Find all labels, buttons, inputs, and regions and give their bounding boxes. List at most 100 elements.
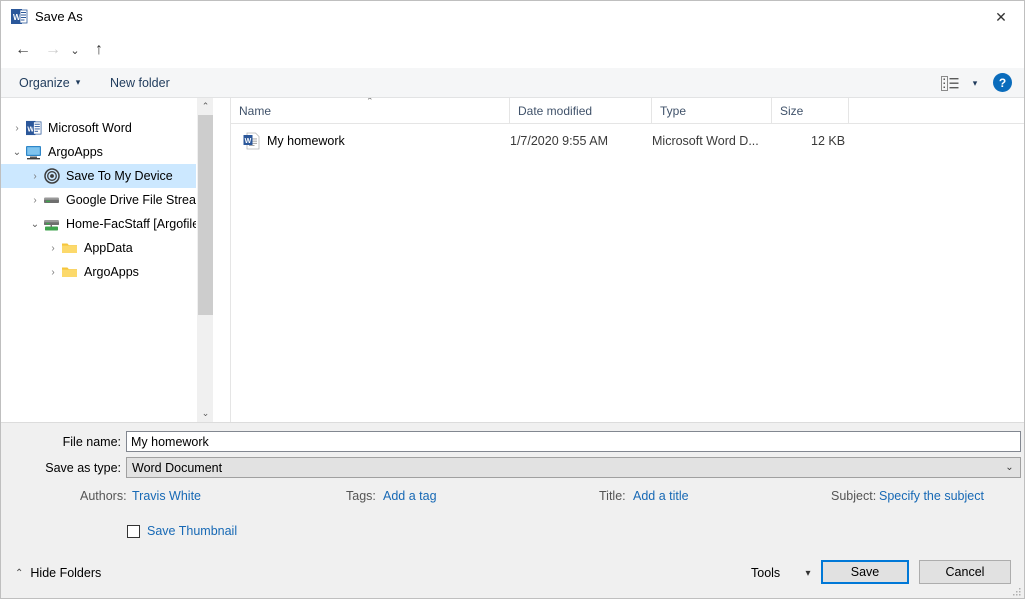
chevron-down-icon: ▾ xyxy=(75,77,81,87)
sort-ascending-icon: ⌃ xyxy=(366,98,374,106)
up-arrow-icon: ↑ xyxy=(95,41,103,58)
tools-dropdown-arrow[interactable]: ▾ xyxy=(798,561,818,585)
tree-item-save-to-my-device[interactable]: › Save To My Device xyxy=(1,164,213,188)
tree-item-appdata[interactable]: › AppData xyxy=(1,236,213,260)
word-document-icon: W xyxy=(243,132,261,150)
tags-label: Tags: xyxy=(346,489,376,503)
scroll-down-button[interactable]: ⌄ xyxy=(197,405,213,422)
chevron-up-icon: ⌃ xyxy=(201,101,210,111)
tree-item-label: ArgoApps xyxy=(84,265,139,279)
chevron-right-icon[interactable]: › xyxy=(27,168,43,184)
chevron-down-icon: ▾ xyxy=(972,77,978,88)
close-button[interactable]: ✕ xyxy=(978,1,1024,32)
table-row[interactable]: W My homework 1/7/2020 9:55 AM Microsoft… xyxy=(231,130,1024,152)
navigation-pane: › W Microsoft Word ⌄ ArgoApps › Save To … xyxy=(1,98,213,422)
tree-item-google-drive[interactable]: › Google Drive File Stream (G:) xyxy=(1,188,213,212)
save-thumbnail-checkbox[interactable]: Save Thumbnail xyxy=(127,524,237,538)
file-name-input[interactable] xyxy=(126,431,1021,452)
scrollbar-thumb[interactable] xyxy=(198,115,213,315)
cell-type: Microsoft Word D... xyxy=(652,134,759,148)
chevron-down-icon[interactable]: ⌄ xyxy=(9,144,25,160)
save-as-type-label: Save as type: xyxy=(45,461,121,475)
column-header-row: ⌃ Name Date modified Type Size xyxy=(231,98,1024,124)
argoapps-target-icon xyxy=(43,168,60,185)
cell-name: My homework xyxy=(267,134,345,148)
cell-date-modified: 1/7/2020 9:55 AM xyxy=(510,134,608,148)
hide-folders-label: Hide Folders xyxy=(30,566,102,580)
network-drive-icon xyxy=(43,216,60,233)
view-mode-dropdown[interactable]: ▾ xyxy=(966,72,984,94)
save-button[interactable]: Save xyxy=(821,560,909,584)
back-arrow-icon: ← xyxy=(15,41,31,58)
dialog-body: › W Microsoft Word ⌄ ArgoApps › Save To … xyxy=(1,98,1024,422)
new-folder-label: New folder xyxy=(110,75,170,90)
computer-icon xyxy=(25,144,42,161)
recent-locations-button[interactable]: ⌄ xyxy=(65,36,85,64)
tree-item-label: Google Drive File Stream (G:) xyxy=(66,193,213,207)
column-header-date-modified[interactable]: Date modified xyxy=(510,98,652,123)
hide-folders-button[interactable]: ⌃ Hide Folders xyxy=(15,566,101,580)
subject-value[interactable]: Specify the subject xyxy=(879,489,984,503)
column-label: Size xyxy=(780,103,804,118)
word-icon: W xyxy=(25,120,42,137)
tools-label: Tools xyxy=(751,566,781,580)
tree-item-label: Save To My Device xyxy=(66,169,173,183)
cancel-label: Cancel xyxy=(945,565,985,579)
forward-arrow-icon: → xyxy=(45,41,61,58)
title-value[interactable]: Add a title xyxy=(633,489,689,503)
folder-tree: › W Microsoft Word ⌄ ArgoApps › Save To … xyxy=(1,98,213,284)
command-toolbar: Organize ▾ New folder ▾ ? xyxy=(1,68,1024,98)
save-as-type-dropdown[interactable]: Word Document ⌄ xyxy=(126,457,1021,478)
forward-button[interactable]: → xyxy=(39,36,67,64)
save-as-dialog: W Save As ✕ ← → ⌄ ↑ Search Save To My De… xyxy=(0,0,1025,599)
chevron-down-icon: ▾ xyxy=(805,567,811,579)
chevron-down-icon: ⌄ xyxy=(1005,462,1014,473)
help-button[interactable]: ? xyxy=(993,73,1012,92)
tree-item-argoapps-folder[interactable]: › ArgoApps xyxy=(1,260,213,284)
chevron-right-icon[interactable]: › xyxy=(9,120,25,136)
tree-item-microsoft-word[interactable]: › W Microsoft Word xyxy=(1,116,213,140)
chevron-right-icon[interactable]: › xyxy=(27,192,43,208)
checkbox-box[interactable] xyxy=(127,524,140,538)
chevron-down-icon: ⌄ xyxy=(201,408,210,418)
tree-item-label: Home-FacStaff [Argofiler] (H:) xyxy=(66,217,213,231)
column-header-size[interactable]: Size xyxy=(772,98,849,123)
tree-item-argoapps-computer[interactable]: ⌄ ArgoApps xyxy=(1,140,213,164)
svg-text:W: W xyxy=(245,138,252,145)
tree-item-home-facstaff[interactable]: ⌄ Home-FacStaff [Argofiler] (H:) xyxy=(1,212,213,236)
tree-item-label: Microsoft Word xyxy=(48,121,132,135)
authors-label: Authors: xyxy=(80,489,127,503)
file-list-pane: ⌃ Name Date modified Type Size W My home… xyxy=(231,98,1024,422)
cell-size: 12 KB xyxy=(811,134,846,148)
tree-item-label: ArgoApps xyxy=(48,145,103,159)
view-mode-button[interactable] xyxy=(936,72,964,94)
list-view-icon xyxy=(941,75,959,91)
title-label: Title: xyxy=(599,489,626,503)
column-header-type[interactable]: Type xyxy=(652,98,772,123)
chevron-right-icon[interactable]: › xyxy=(45,264,61,280)
resize-grip[interactable] xyxy=(1012,586,1022,596)
navigation-pane-scrollbar[interactable]: ⌃ ⌄ xyxy=(196,98,213,422)
chevron-right-icon[interactable]: › xyxy=(45,240,61,256)
back-button[interactable]: ← xyxy=(9,36,37,64)
save-thumbnail-label: Save Thumbnail xyxy=(147,524,238,538)
chevron-down-icon[interactable]: ⌄ xyxy=(27,216,43,232)
save-as-type-value: Word Document xyxy=(132,460,223,475)
scroll-up-button[interactable]: ⌃ xyxy=(197,98,213,115)
tags-value[interactable]: Add a tag xyxy=(383,489,437,503)
window-title: Save As xyxy=(35,9,83,24)
subject-label: Subject: xyxy=(831,489,877,503)
help-icon: ? xyxy=(998,75,1007,90)
file-name-label: File name: xyxy=(62,435,121,449)
chevron-up-icon: ⌃ xyxy=(15,567,24,579)
navigation-bar: ← → ⌄ ↑ › ArgoApps › Save To My Device xyxy=(1,32,1024,93)
column-header-name[interactable]: ⌃ Name xyxy=(231,98,510,123)
tree-item-label: AppData xyxy=(84,241,133,255)
authors-value[interactable]: Travis White xyxy=(132,489,201,503)
new-folder-button[interactable]: New folder xyxy=(104,68,176,97)
chevron-down-icon: ⌄ xyxy=(70,44,80,57)
column-label: Type xyxy=(660,103,687,118)
up-one-level-button[interactable]: ↑ xyxy=(85,36,113,64)
organize-button[interactable]: Organize ▾ xyxy=(13,68,86,97)
cancel-button[interactable]: Cancel xyxy=(919,560,1011,584)
